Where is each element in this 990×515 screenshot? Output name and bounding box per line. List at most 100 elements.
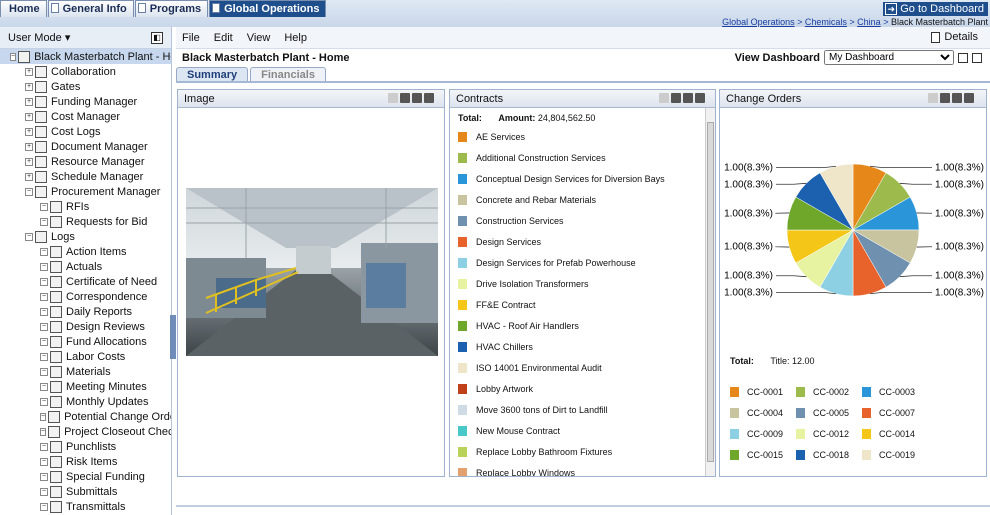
close-icon[interactable] bbox=[424, 93, 434, 103]
tree-item[interactable]: − Meeting Minutes bbox=[0, 379, 171, 394]
tab-financials[interactable]: Financials bbox=[250, 67, 326, 81]
contract-item[interactable]: Drive Isolation Transformers bbox=[450, 273, 715, 294]
contract-item[interactable]: Construction Services bbox=[450, 210, 715, 231]
print-icon[interactable] bbox=[940, 93, 950, 103]
contract-item[interactable]: HVAC - Roof Air Handlers bbox=[450, 315, 715, 336]
tree-item[interactable]: + Collaboration bbox=[0, 64, 171, 79]
tree-item[interactable]: + Document Manager bbox=[0, 139, 171, 154]
collapse-icon[interactable]: − bbox=[40, 442, 48, 451]
menu-view[interactable]: View bbox=[247, 32, 271, 44]
collapse-icon[interactable]: − bbox=[40, 322, 48, 331]
tree-item[interactable]: − Requests for Bid bbox=[0, 214, 171, 229]
tree-item[interactable]: + Cost Manager bbox=[0, 109, 171, 124]
tree-item[interactable]: − Project Closeout Checklist bbox=[0, 424, 171, 439]
tree-item[interactable]: − Action Items bbox=[0, 244, 171, 259]
menu-help[interactable]: Help bbox=[284, 32, 307, 44]
refresh-icon[interactable] bbox=[659, 93, 669, 103]
expand-icon[interactable]: + bbox=[25, 127, 33, 136]
breadcrumb-link[interactable]: Global Operations bbox=[722, 17, 795, 27]
tree-item[interactable]: + Gates bbox=[0, 79, 171, 94]
contract-item[interactable]: FF&E Contract bbox=[450, 294, 715, 315]
expand-icon[interactable]: + bbox=[25, 142, 33, 151]
legend-item[interactable]: CC-0019 bbox=[862, 444, 942, 465]
legend-item[interactable]: CC-0014 bbox=[862, 423, 942, 444]
expand-icon[interactable]: + bbox=[25, 112, 33, 121]
tree-item[interactable]: − Procurement Manager bbox=[0, 184, 171, 199]
minimize-icon[interactable] bbox=[952, 93, 962, 103]
collapse-icon[interactable]: − bbox=[40, 337, 48, 346]
legend-item[interactable]: CC-0003 bbox=[862, 381, 942, 402]
collapse-icon[interactable]: − bbox=[40, 487, 48, 496]
top-tab[interactable]: Home bbox=[0, 0, 47, 17]
contract-item[interactable]: Additional Construction Services bbox=[450, 147, 715, 168]
collapse-icon[interactable]: − bbox=[10, 52, 17, 61]
collapse-icon[interactable]: − bbox=[40, 292, 48, 301]
expand-icon[interactable]: + bbox=[25, 82, 33, 91]
collapse-icon[interactable]: − bbox=[40, 382, 48, 391]
tree-item[interactable]: − Risk Items bbox=[0, 454, 171, 469]
legend-item[interactable]: CC-0007 bbox=[862, 402, 942, 423]
tree-item[interactable]: − Special Funding bbox=[0, 469, 171, 484]
contract-item[interactable]: Replace Lobby Bathroom Fixtures bbox=[450, 441, 715, 462]
tree-item[interactable]: − Daily Reports bbox=[0, 304, 171, 319]
contracts-scrollbar[interactable] bbox=[705, 108, 715, 476]
tree-item[interactable]: + Cost Logs bbox=[0, 124, 171, 139]
collapse-icon[interactable]: − bbox=[40, 307, 48, 316]
tree-item[interactable]: − Actuals bbox=[0, 259, 171, 274]
breadcrumb-link[interactable]: China bbox=[857, 17, 881, 27]
contract-item[interactable]: AE Services bbox=[450, 126, 715, 147]
top-tab[interactable]: Global Operations bbox=[209, 0, 327, 17]
contract-item[interactable]: Move 3600 tons of Dirt to Landfill bbox=[450, 399, 715, 420]
breadcrumb-link[interactable]: Chemicals bbox=[805, 17, 847, 27]
tree-item[interactable]: − Fund Allocations bbox=[0, 334, 171, 349]
panel-toggle-icon[interactable]: ◧ bbox=[151, 31, 163, 44]
contract-item[interactable]: Design Services bbox=[450, 231, 715, 252]
collapse-icon[interactable]: − bbox=[40, 217, 48, 226]
tree-item[interactable]: − Potential Change Orders bbox=[0, 409, 171, 424]
expand-icon[interactable]: + bbox=[25, 97, 33, 106]
go-to-dashboard-button[interactable]: ➜ Go to Dashboard bbox=[883, 2, 988, 16]
dashboard-select[interactable]: My Dashboard bbox=[824, 50, 954, 65]
contract-item[interactable]: HVAC Chillers bbox=[450, 336, 715, 357]
refresh-icon[interactable] bbox=[928, 93, 938, 103]
print-icon[interactable] bbox=[400, 93, 410, 103]
close-icon[interactable] bbox=[695, 93, 705, 103]
details-button[interactable]: Details bbox=[931, 31, 978, 43]
contract-item[interactable]: Concrete and Rebar Materials bbox=[450, 189, 715, 210]
collapse-icon[interactable]: − bbox=[40, 412, 47, 421]
tree-item[interactable]: − Correspondence bbox=[0, 289, 171, 304]
expand-icon[interactable]: + bbox=[25, 157, 33, 166]
legend-item[interactable]: CC-0002 bbox=[796, 381, 862, 402]
tree-item[interactable]: + Schedule Manager bbox=[0, 169, 171, 184]
collapse-icon[interactable]: − bbox=[40, 262, 48, 271]
tree-item[interactable]: − Submittals bbox=[0, 484, 171, 499]
collapse-icon[interactable]: − bbox=[40, 352, 48, 361]
top-tab[interactable]: General Info bbox=[47, 0, 134, 17]
collapse-icon[interactable]: − bbox=[40, 202, 48, 211]
tree-item[interactable]: − Punchlists bbox=[0, 439, 171, 454]
collapse-icon[interactable]: − bbox=[40, 457, 48, 466]
minimize-icon[interactable] bbox=[412, 93, 422, 103]
tree-item[interactable]: − RFIs bbox=[0, 199, 171, 214]
contract-item[interactable]: Conceptual Design Services for Diversion… bbox=[450, 168, 715, 189]
tree-item[interactable]: − Transmittals bbox=[0, 499, 171, 514]
contract-item[interactable]: Lobby Artwork bbox=[450, 378, 715, 399]
tree-item[interactable]: − Black Masterbatch Plant - Hom bbox=[0, 49, 171, 64]
legend-item[interactable]: CC-0005 bbox=[796, 402, 862, 423]
collapse-icon[interactable]: − bbox=[40, 277, 48, 286]
tree-item[interactable]: + Resource Manager bbox=[0, 154, 171, 169]
menu-file[interactable]: File bbox=[182, 32, 200, 44]
tab-summary[interactable]: Summary bbox=[176, 67, 249, 81]
legend-item[interactable]: CC-0001 bbox=[730, 381, 796, 402]
tree-item[interactable]: − Logs bbox=[0, 229, 171, 244]
tree-item[interactable]: − Materials bbox=[0, 364, 171, 379]
expand-icon[interactable]: + bbox=[25, 172, 33, 181]
expand-icon[interactable]: + bbox=[25, 67, 33, 76]
collapse-icon[interactable]: − bbox=[40, 472, 48, 481]
legend-item[interactable]: CC-0018 bbox=[796, 444, 862, 465]
refresh-icon[interactable] bbox=[388, 93, 398, 103]
maximize-icon[interactable] bbox=[972, 52, 982, 63]
print-icon[interactable] bbox=[958, 52, 968, 63]
top-tab[interactable]: Programs bbox=[134, 0, 209, 17]
contract-item[interactable]: New Mouse Contract bbox=[450, 420, 715, 441]
